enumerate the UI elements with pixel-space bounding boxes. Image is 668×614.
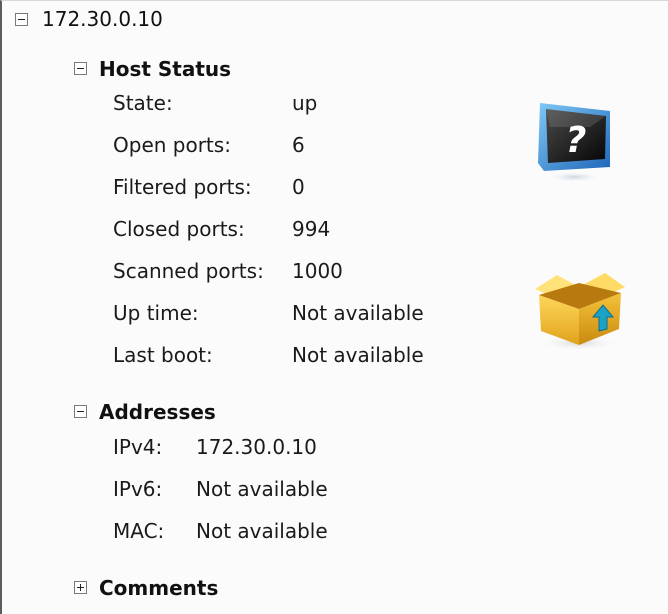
scanned-ports-label: Scanned ports: xyxy=(113,259,264,283)
svg-text:?: ? xyxy=(566,120,587,161)
scanned-ports-value: 1000 xyxy=(292,259,343,283)
host-details-panel: 172.30.0.10 Host Status State: up Open p… xyxy=(0,0,668,614)
comments-title: Comments xyxy=(99,576,219,600)
state-label: State: xyxy=(113,91,173,115)
open-ports-label: Open ports: xyxy=(113,133,231,157)
last-boot-label: Last boot: xyxy=(113,343,213,367)
comments-expand-toggle[interactable] xyxy=(74,581,87,594)
filtered-ports-value: 0 xyxy=(292,175,305,199)
up-time-label: Up time: xyxy=(113,301,199,325)
addresses-title: Addresses xyxy=(99,400,216,424)
up-time-value: Not available xyxy=(292,301,424,325)
closed-ports-label: Closed ports: xyxy=(113,217,245,241)
host-status-collapse-toggle[interactable] xyxy=(74,62,87,75)
host-status-title: Host Status xyxy=(99,57,232,81)
addresses-collapse-toggle[interactable] xyxy=(74,405,87,418)
ipv6-value: Not available xyxy=(196,477,328,501)
ipv4-label: IPv4: xyxy=(113,435,163,459)
host-collapse-toggle[interactable] xyxy=(15,13,28,26)
mac-value: Not available xyxy=(196,519,328,543)
host-ip-title: 172.30.0.10 xyxy=(42,7,163,31)
ipv4-value: 172.30.0.10 xyxy=(196,435,317,459)
last-boot-value: Not available xyxy=(292,343,424,367)
closed-ports-value: 994 xyxy=(292,217,331,241)
mac-label: MAC: xyxy=(113,519,165,543)
open-ports-value: 6 xyxy=(292,133,305,157)
filtered-ports-label: Filtered ports: xyxy=(113,175,252,199)
ipv6-label: IPv6: xyxy=(113,477,163,501)
unknown-os-monitor-icon: ? xyxy=(530,97,626,185)
open-box-icon xyxy=(527,265,631,353)
state-value: up xyxy=(292,91,318,115)
